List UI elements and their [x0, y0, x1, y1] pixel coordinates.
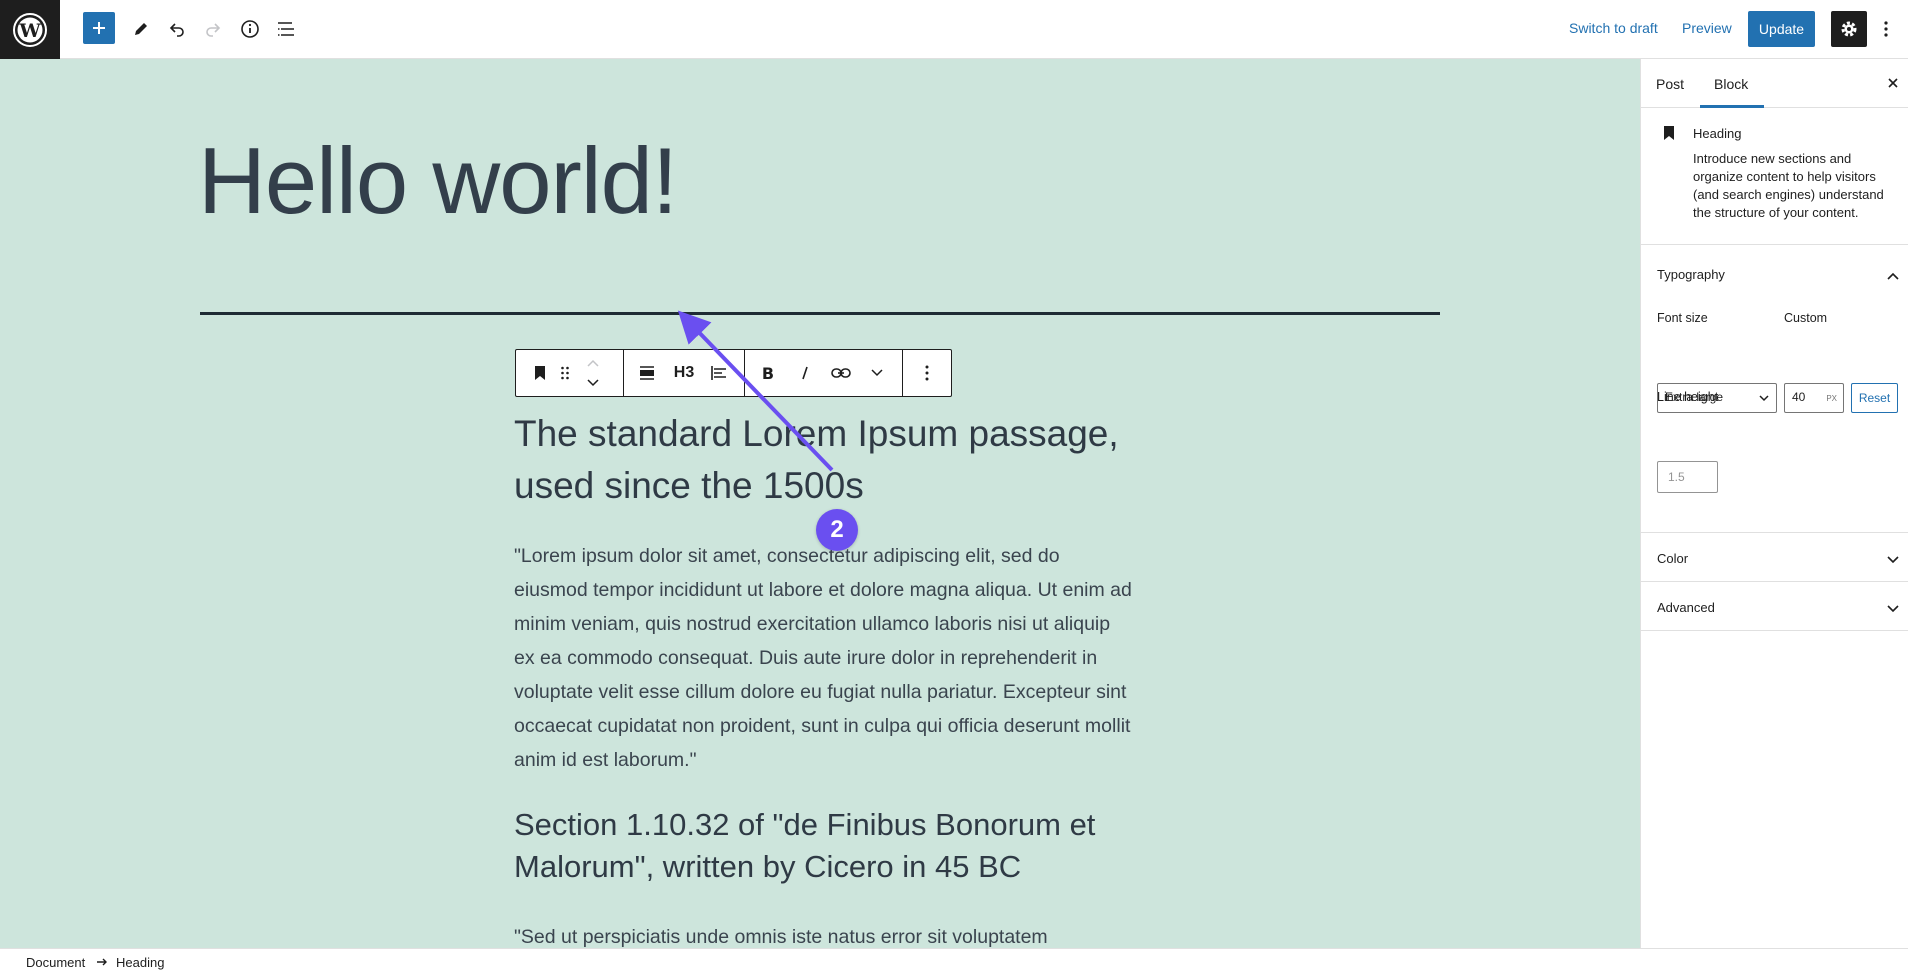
gear-icon [1841, 21, 1857, 37]
reset-font-size-button[interactable]: Reset [1851, 383, 1898, 413]
add-block-button[interactable] [83, 12, 115, 44]
redo-button[interactable] [196, 12, 230, 46]
font-size-label: Font size [1657, 311, 1708, 325]
close-sidebar-button[interactable] [1883, 73, 1903, 93]
chevron-up-icon[interactable] [1885, 268, 1901, 284]
advanced-panel: Advanced [1641, 582, 1908, 631]
breadcrumb-document[interactable]: Document [26, 955, 85, 970]
editor-canvas: Hello world! H3 B The standard Lorem Ips… [0, 59, 1640, 948]
arrow-right-icon [97, 958, 107, 966]
color-panel: Color [1641, 533, 1908, 582]
options-button[interactable] [1876, 12, 1896, 46]
details-button[interactable] [233, 12, 267, 46]
chevron-down-icon [1759, 395, 1769, 402]
chevron-down-icon[interactable] [1885, 551, 1901, 567]
unit-label: PX [1826, 394, 1837, 403]
line-height-label: Line height [1657, 390, 1719, 404]
tools-button[interactable] [124, 12, 158, 46]
redo-icon [206, 23, 221, 37]
pencil-icon [135, 23, 147, 35]
line-height-input[interactable]: 1.5 [1657, 461, 1718, 493]
list-view-icon [278, 22, 294, 36]
undo-icon [169, 23, 184, 37]
close-icon [1888, 78, 1898, 88]
kebab-icon [1884, 21, 1888, 37]
settings-sidebar: Post Block Heading Introduce new section… [1640, 59, 1908, 948]
breadcrumb-heading[interactable]: Heading [116, 955, 164, 970]
editor-header: W Switch to draft Preview Update [0, 0, 1908, 60]
wordpress-logo-icon[interactable]: W [0, 0, 60, 60]
typography-panel-toggle[interactable]: Typography [1657, 267, 1725, 282]
settings-button[interactable] [1831, 11, 1867, 47]
tab-post[interactable]: Post [1656, 76, 1684, 92]
bookmark-icon [1664, 126, 1674, 140]
annotation-step-badge: 2 [816, 509, 858, 551]
annotation-arrow [677, 310, 834, 472]
sidebar-tabs: Post Block [1641, 59, 1908, 108]
block-card-title: Heading [1693, 126, 1742, 141]
undo-button[interactable] [160, 12, 194, 46]
block-card: Heading Introduce new sections and organ… [1641, 108, 1908, 245]
advanced-panel-toggle[interactable]: Advanced [1657, 600, 1715, 615]
tab-block[interactable]: Block [1714, 76, 1748, 92]
update-button[interactable]: Update [1748, 11, 1815, 47]
custom-font-size-input[interactable]: 40 PX [1784, 383, 1844, 413]
block-breadcrumb: Document Heading [0, 948, 1908, 974]
chevron-down-icon[interactable] [1885, 600, 1901, 616]
typography-panel: Typography Font size Custom Extra large … [1641, 245, 1908, 533]
plus-icon [93, 22, 105, 34]
preview-link[interactable]: Preview [1682, 20, 1732, 36]
info-icon [241, 20, 259, 38]
switch-to-draft-link[interactable]: Switch to draft [1569, 20, 1658, 36]
block-card-description: Introduce new sections and organize cont… [1693, 151, 1884, 220]
custom-font-size-value: 40 [1792, 390, 1806, 404]
custom-size-label: Custom [1784, 311, 1828, 325]
svg-text:W: W [18, 20, 41, 42]
color-panel-toggle[interactable]: Color [1657, 551, 1688, 566]
list-view-button[interactable] [269, 12, 303, 46]
